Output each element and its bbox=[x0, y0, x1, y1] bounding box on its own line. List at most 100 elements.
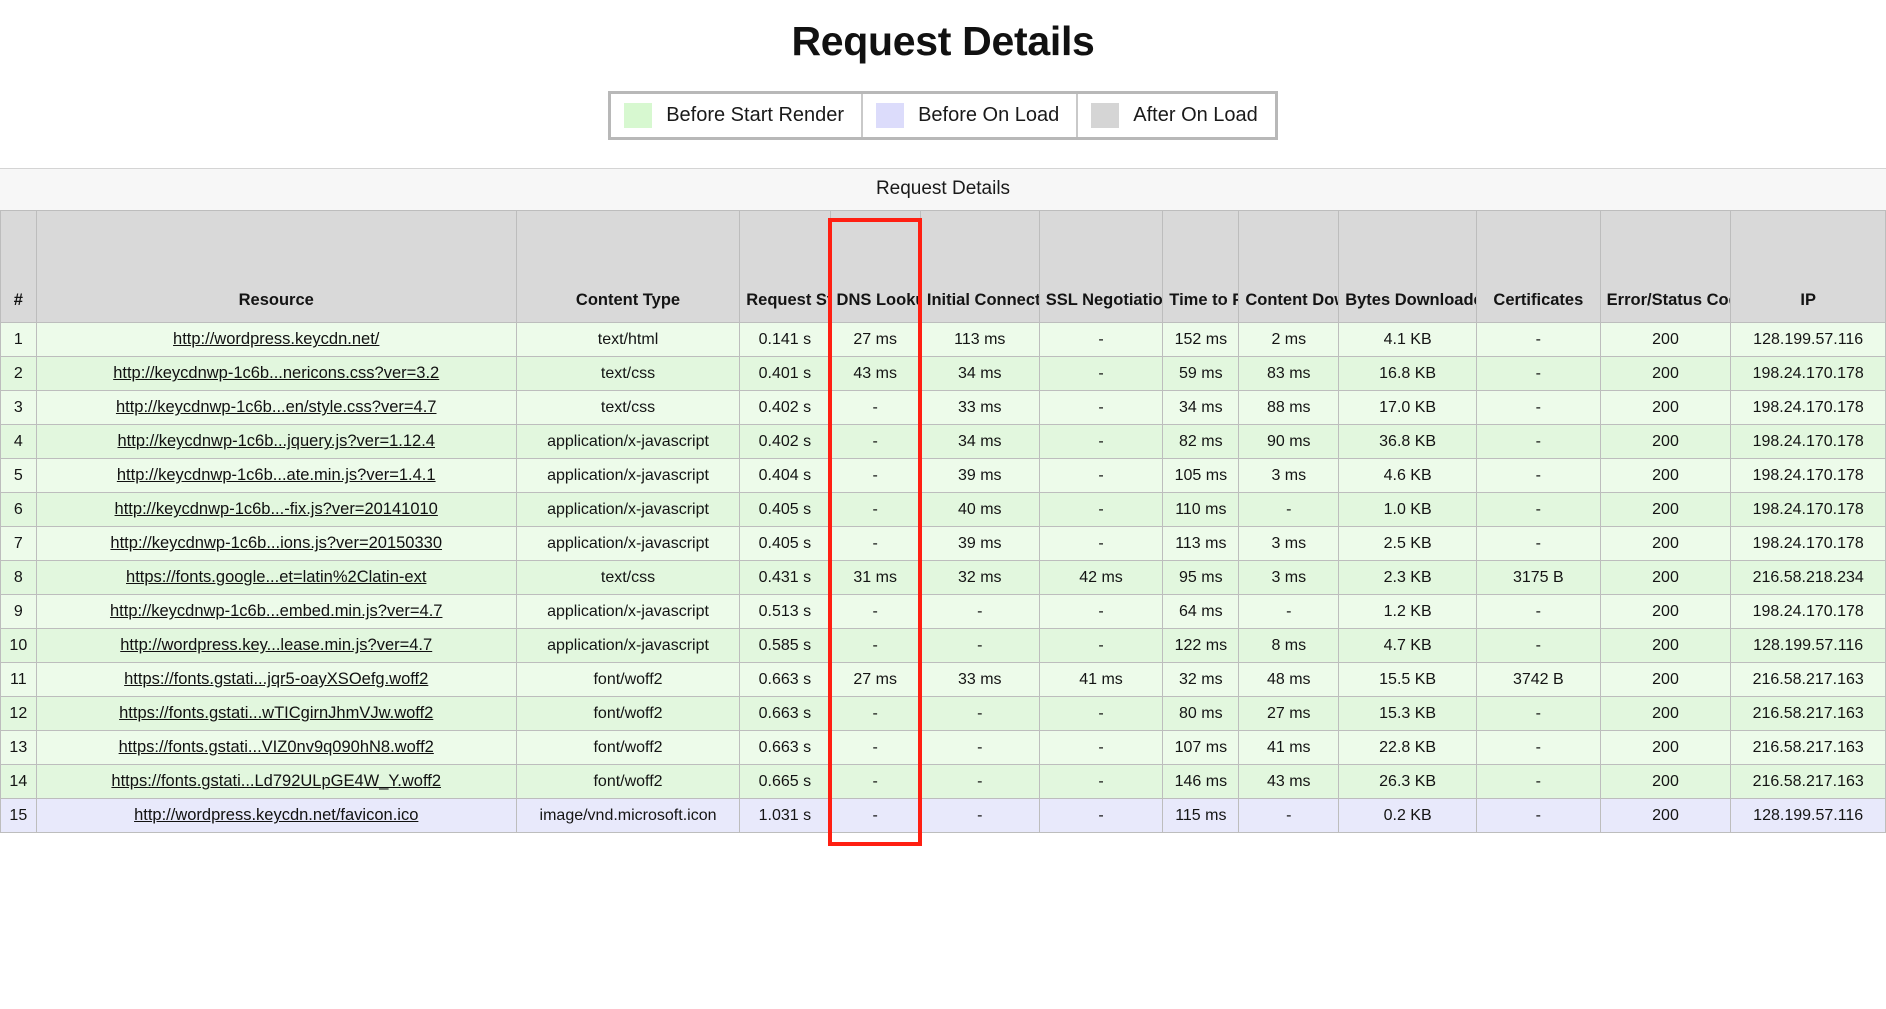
cell-content-type: text/css bbox=[515, 390, 741, 426]
cell-ssl-negotiation: - bbox=[1038, 458, 1164, 494]
cell-bytes-downloaded: 4.7 KB bbox=[1338, 628, 1478, 664]
legend-swatch-before-on-load bbox=[876, 103, 905, 129]
column-header-request-start[interactable]: Request Start bbox=[739, 210, 831, 324]
cell-time-to-first-byte: 95 ms bbox=[1162, 560, 1240, 596]
cell-content-download: 41 ms bbox=[1238, 730, 1340, 766]
cell-ip-address: 216.58.217.163 bbox=[1730, 662, 1886, 698]
resource-link[interactable]: http://keycdnwp-1c6b...ions.js?ver=20150… bbox=[110, 534, 442, 552]
cell-ip-address: 198.24.170.178 bbox=[1730, 594, 1886, 630]
cell-dns-lookup: - bbox=[829, 526, 921, 562]
cell-certificates: - bbox=[1476, 594, 1601, 630]
resource-link[interactable]: http://keycdnwp-1c6b...ate.min.js?ver=1.… bbox=[117, 466, 436, 484]
table-row: 2 http://keycdnwp-1c6b...nericons.css?ver… bbox=[0, 356, 1886, 392]
cell-certificates: 3175 B bbox=[1476, 560, 1601, 596]
cell-ip-address: 198.24.170.178 bbox=[1730, 424, 1886, 460]
resource-link[interactable]: http://keycdnwp-1c6b...nericons.css?ver=… bbox=[113, 364, 439, 382]
cell-dns-lookup: 27 ms bbox=[829, 322, 921, 358]
cell-status-code: 200 bbox=[1599, 764, 1732, 800]
legend-label-before-on-load: Before On Load bbox=[918, 104, 1060, 127]
cell-row-index: 11 bbox=[0, 662, 37, 698]
cell-status-code: 200 bbox=[1599, 492, 1732, 528]
table-row: 14 https://fonts.gstati...Ld792ULpGE4W_Y.… bbox=[0, 764, 1886, 800]
cell-resource-link: https://fonts.google...et=latin%2Clatin-… bbox=[35, 560, 517, 596]
resource-link[interactable]: http://keycdnwp-1c6b...embed.min.js?ver=… bbox=[110, 602, 442, 620]
column-header-content-type[interactable]: Content Type bbox=[515, 210, 741, 324]
cell-resource-link: http://wordpress.key...lease.min.js?ver=… bbox=[35, 628, 517, 664]
legend: Before Start Render Before On Load After… bbox=[608, 91, 1278, 141]
cell-request-start: 0.513 s bbox=[739, 594, 831, 630]
column-header-error-status-code[interactable]: Error/Status Code bbox=[1599, 210, 1732, 324]
resource-link[interactable]: https://fonts.gstati...VIZ0nv9q090hN8.wo… bbox=[119, 738, 434, 756]
cell-content-type: application/x-javascript bbox=[515, 424, 741, 460]
cell-certificates: - bbox=[1476, 526, 1601, 562]
cell-content-download: - bbox=[1238, 798, 1340, 834]
cell-status-code: 200 bbox=[1599, 594, 1732, 630]
cell-status-code: 200 bbox=[1599, 798, 1732, 834]
table-row: 15 http://wordpress.keycdn.net/favicon.ic… bbox=[0, 798, 1886, 834]
cell-certificates: 3742 B bbox=[1476, 662, 1601, 698]
table-row: 8 https://fonts.google...et=latin%2Clatin… bbox=[0, 560, 1886, 596]
cell-ssl-negotiation: - bbox=[1038, 798, 1164, 834]
cell-time-to-first-byte: 80 ms bbox=[1162, 696, 1240, 732]
resource-link[interactable]: http://keycdnwp-1c6b...jquery.js?ver=1.1… bbox=[117, 432, 435, 450]
cell-time-to-first-byte: 34 ms bbox=[1162, 390, 1240, 426]
column-header-certificates[interactable]: Certificates bbox=[1476, 210, 1601, 324]
column-header-content-download[interactable]: Content Download bbox=[1238, 210, 1340, 324]
cell-ssl-negotiation: - bbox=[1038, 356, 1164, 392]
resource-link[interactable]: http://keycdnwp-1c6b...en/style.css?ver=… bbox=[116, 398, 437, 416]
resource-link[interactable]: http://keycdnwp-1c6b...-fix.js?ver=20141… bbox=[115, 500, 438, 518]
cell-row-index: 4 bbox=[0, 424, 37, 460]
cell-bytes-downloaded: 26.3 KB bbox=[1338, 764, 1478, 800]
resource-link[interactable]: http://wordpress.key...lease.min.js?ver=… bbox=[120, 636, 432, 654]
cell-row-index: 7 bbox=[0, 526, 37, 562]
resource-link[interactable]: https://fonts.gstati...wTICgirnJhmVJw.wo… bbox=[119, 704, 433, 722]
cell-ip-address: 216.58.217.163 bbox=[1730, 696, 1886, 732]
cell-resource-link: http://keycdnwp-1c6b...ions.js?ver=20150… bbox=[35, 526, 517, 562]
cell-row-index: 13 bbox=[0, 730, 37, 766]
cell-dns-lookup: - bbox=[829, 730, 921, 766]
cell-content-type: application/x-javascript bbox=[515, 492, 741, 528]
column-header-ssl-negotiation[interactable]: SSL Negotiation bbox=[1038, 210, 1164, 324]
cell-initial-connection: 39 ms bbox=[919, 458, 1040, 494]
cell-resource-link: https://fonts.gstati...VIZ0nv9q090hN8.wo… bbox=[35, 730, 517, 766]
cell-request-start: 0.585 s bbox=[739, 628, 831, 664]
resource-link[interactable]: https://fonts.gstati...jqr5-oayXSOefg.wo… bbox=[124, 670, 428, 688]
cell-content-download: 3 ms bbox=[1238, 458, 1340, 494]
cell-request-start: 0.405 s bbox=[739, 526, 831, 562]
cell-certificates: - bbox=[1476, 322, 1601, 358]
column-header-index[interactable]: # bbox=[0, 210, 37, 324]
cell-ssl-negotiation: - bbox=[1038, 730, 1164, 766]
cell-resource-link: https://fonts.gstati...wTICgirnJhmVJw.wo… bbox=[35, 696, 517, 732]
cell-certificates: - bbox=[1476, 764, 1601, 800]
legend-item-before-on-load: Before On Load bbox=[863, 94, 1079, 138]
cell-dns-lookup: - bbox=[829, 764, 921, 800]
cell-status-code: 200 bbox=[1599, 322, 1732, 358]
cell-status-code: 200 bbox=[1599, 390, 1732, 426]
resource-link[interactable]: https://fonts.gstati...Ld792ULpGE4W_Y.wo… bbox=[111, 772, 441, 790]
table-row: 7 http://keycdnwp-1c6b...ions.js?ver=2015… bbox=[0, 526, 1886, 562]
cell-time-to-first-byte: 107 ms bbox=[1162, 730, 1240, 766]
table-row: 13 https://fonts.gstati...VIZ0nv9q090hN8.… bbox=[0, 730, 1886, 766]
column-header-time-to-first-byte[interactable]: Time to First Byte bbox=[1162, 210, 1240, 324]
cell-request-start: 0.141 s bbox=[739, 322, 831, 358]
cell-time-to-first-byte: 105 ms bbox=[1162, 458, 1240, 494]
column-header-initial-connection[interactable]: Initial Connection bbox=[919, 210, 1040, 324]
cell-content-type: font/woff2 bbox=[515, 662, 741, 698]
column-header-dns-lookup[interactable]: DNS Lookup bbox=[829, 210, 921, 324]
cell-bytes-downloaded: 4.1 KB bbox=[1338, 322, 1478, 358]
cell-row-index: 12 bbox=[0, 696, 37, 732]
cell-certificates: - bbox=[1476, 458, 1601, 494]
cell-dns-lookup: - bbox=[829, 424, 921, 460]
resource-link[interactable]: http://wordpress.keycdn.net/ bbox=[173, 330, 379, 348]
resource-link[interactable]: http://wordpress.keycdn.net/favicon.ico bbox=[134, 806, 418, 824]
column-header-bytes-downloaded[interactable]: Bytes Downloaded bbox=[1338, 210, 1478, 324]
cell-bytes-downloaded: 36.8 KB bbox=[1338, 424, 1478, 460]
cell-ssl-negotiation: 42 ms bbox=[1038, 560, 1164, 596]
cell-bytes-downloaded: 1.0 KB bbox=[1338, 492, 1478, 528]
resource-link[interactable]: https://fonts.google...et=latin%2Clatin-… bbox=[126, 568, 426, 586]
cell-resource-link: http://wordpress.keycdn.net/ bbox=[35, 322, 517, 358]
column-header-ip[interactable]: IP bbox=[1730, 210, 1886, 324]
table-head: # Resource Content Type Request Start DN… bbox=[0, 210, 1886, 324]
cell-resource-link: http://keycdnwp-1c6b...ate.min.js?ver=1.… bbox=[35, 458, 517, 494]
column-header-resource[interactable]: Resource bbox=[35, 210, 517, 324]
